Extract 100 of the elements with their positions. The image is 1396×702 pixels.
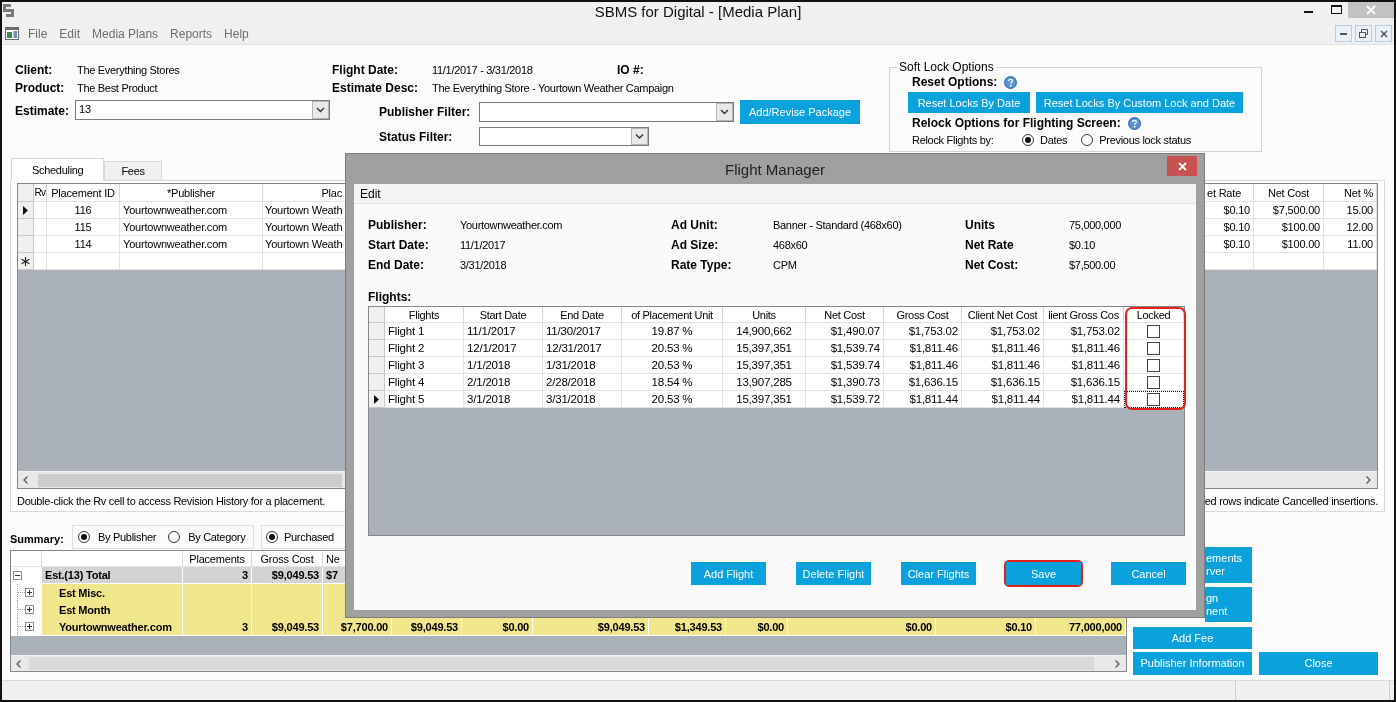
table-cell: $9,049.53 (252, 567, 323, 584)
table-cell: 12.00 (1324, 219, 1377, 236)
help-icon[interactable] (1004, 75, 1018, 89)
column-header[interactable]: Ne (323, 551, 345, 567)
table-cell: $100.00 (1254, 236, 1324, 253)
app-window-icon (5, 27, 19, 40)
column-header[interactable]: Rv (34, 184, 47, 202)
radio-option[interactable]: Dates (1022, 134, 1068, 146)
help-icon[interactable] (1127, 116, 1141, 130)
menu-item[interactable]: Edit (59, 26, 81, 41)
chevron-right-icon[interactable] (1366, 476, 1371, 484)
horizontal-scrollbar[interactable] (11, 655, 1126, 671)
column-header[interactable]: Gross Cost (252, 551, 323, 567)
column-header[interactable]: *Publisher (120, 184, 263, 202)
row-header[interactable] (18, 253, 34, 270)
radio-option[interactable]: Purchased (266, 531, 334, 543)
table-cell: 14,900,662 (723, 323, 806, 340)
column-header[interactable]: Units (723, 307, 806, 323)
table-cell[interactable] (1324, 253, 1377, 270)
expander-icon[interactable] (25, 588, 34, 597)
checkbox[interactable] (1147, 375, 1160, 389)
menu-item[interactable]: Edit (360, 186, 381, 201)
expander-icon[interactable] (25, 605, 34, 614)
menu-item[interactable]: Reports (170, 26, 213, 41)
checkbox[interactable] (1147, 392, 1160, 406)
chevron-left-icon[interactable] (23, 476, 28, 484)
column-header[interactable]: Flights (385, 307, 464, 323)
checkbox[interactable] (1147, 324, 1160, 338)
chevron-left-icon[interactable] (16, 659, 21, 668)
table-cell: $1,390.73 (806, 374, 884, 391)
status-filter-dropdown[interactable] (479, 127, 649, 146)
table-cell: $1,811.46 (962, 340, 1044, 357)
chevron-right-icon[interactable] (1115, 659, 1120, 668)
column-header[interactable]: Start Date (464, 307, 543, 323)
table-cell: 2/1/2018 (464, 374, 543, 391)
column-header[interactable]: Gross Cost (884, 307, 962, 323)
column-header[interactable]: Net Cost (1254, 184, 1324, 202)
table-cell: Est Month (42, 601, 183, 619)
table-cell: 19.87 % (622, 323, 723, 340)
expander-icon[interactable] (13, 570, 22, 580)
close-button[interactable] (1375, 25, 1392, 42)
table-cell: 12/31/2017 (543, 340, 622, 357)
restore-icon (1359, 29, 1368, 38)
row-header[interactable] (369, 391, 385, 408)
table-cell: $1,349.53 (649, 618, 726, 636)
table-cell: 15,397,351 (723, 340, 806, 357)
field-value: The Best Product (77, 82, 158, 94)
field-label: Product: (15, 81, 66, 95)
minimize-icon (1340, 32, 1347, 35)
publisher-filter-dropdown[interactable] (479, 102, 734, 122)
close-button[interactable] (1167, 156, 1197, 176)
table-cell: $0.10 (1204, 202, 1254, 219)
column-header[interactable]: Client Net Cost (962, 307, 1044, 323)
table-cell: 20.53 % (622, 391, 723, 408)
scroll-thumb[interactable] (29, 657, 1094, 670)
radio-option[interactable]: By Category (168, 531, 246, 543)
table-cell: $1,811.46 (1044, 357, 1124, 374)
menu-item[interactable]: File (28, 26, 48, 41)
header-corner (18, 184, 34, 202)
column-header[interactable]: et Rate (1204, 184, 1254, 202)
field-label: Ad Unit: (671, 218, 719, 232)
radio-option[interactable]: Previous lock status (1081, 134, 1192, 146)
row-header[interactable] (18, 202, 34, 219)
table-cell: 3 (183, 618, 252, 636)
minimize-button[interactable] (1335, 25, 1352, 42)
table-cell[interactable] (47, 253, 120, 270)
radio-option[interactable]: By Publisher (78, 531, 157, 543)
tab[interactable]: Scheduling (11, 158, 105, 181)
column-header[interactable]: End Date (543, 307, 622, 323)
menu-item[interactable]: Help (224, 26, 249, 41)
table-cell[interactable] (34, 253, 47, 270)
table-cell: Flight 1 (385, 323, 464, 340)
tab[interactable]: Fees (104, 161, 162, 180)
table-cell: 11/1/2017 (464, 323, 543, 340)
checkbox[interactable] (1147, 358, 1160, 372)
table-cell: $9,049.53 (533, 618, 649, 636)
field-label: Units (965, 218, 996, 232)
column-header[interactable]: Placement ID (47, 184, 120, 202)
column-header[interactable]: Placements (183, 551, 252, 567)
table-cell[interactable] (120, 253, 263, 270)
checkbox[interactable] (1147, 341, 1160, 355)
estimate-dropdown[interactable]: 13 (75, 100, 330, 120)
menu-item[interactable]: Media Plans (92, 26, 159, 41)
column-header[interactable]: Plac (263, 184, 346, 202)
scroll-thumb[interactable] (38, 473, 342, 487)
column-header[interactable]: Net Cost (806, 307, 884, 323)
table-cell[interactable] (263, 253, 346, 270)
table-cell: 1/31/2018 (543, 357, 622, 374)
header-corner (369, 307, 385, 323)
table-cell: Yourtownweather.com (42, 618, 183, 636)
column-header[interactable]: Net % (1324, 184, 1377, 202)
column-header[interactable]: of Placement Unit (622, 307, 723, 323)
table-cell[interactable] (1204, 253, 1254, 270)
table-cell: $1,811.46 (884, 357, 962, 374)
restore-button[interactable] (1355, 25, 1372, 42)
table-cell: Yourtownweather.com (120, 202, 263, 219)
table-cell[interactable] (1254, 253, 1324, 270)
table-cell: $7,500.00 (1254, 202, 1324, 219)
column-header[interactable]: lient Gross Cos (1044, 307, 1124, 323)
expander-icon[interactable] (25, 622, 34, 631)
